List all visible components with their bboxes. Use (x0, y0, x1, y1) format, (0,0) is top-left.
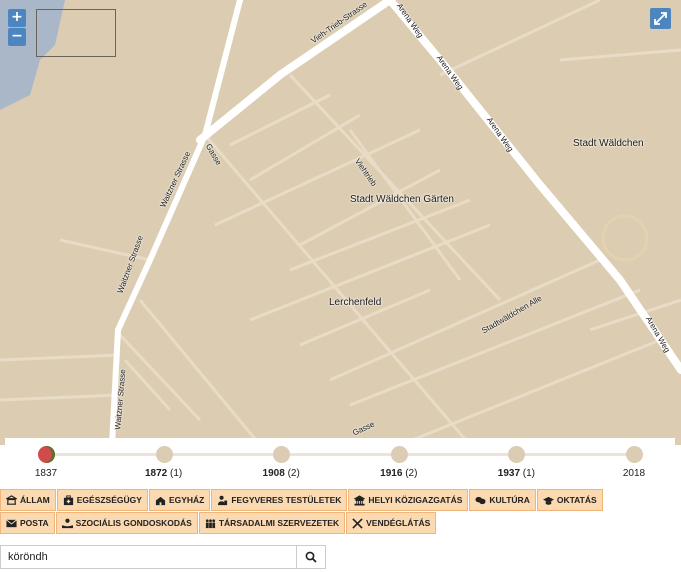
timeline-count: (2) (287, 468, 300, 479)
timeline-year: 1837 (34, 468, 58, 479)
timeline-year: 1872 (144, 468, 168, 479)
church-icon (155, 496, 166, 505)
timeline-label-5: 2018 (623, 468, 645, 479)
major-roads (109, 0, 681, 445)
category-button-masks[interactable]: KULTÚRA (469, 489, 536, 511)
timeline-year: 1937 (497, 468, 521, 479)
category-label: EGÉSZSÉGÜGY (76, 495, 142, 505)
timeline-point-3[interactable] (390, 446, 408, 463)
category-button-care[interactable]: SZOCIÁLIS GONDOSKODÁS (55, 512, 198, 534)
search-icon (305, 551, 317, 563)
timeline-year: 1908 (262, 468, 285, 479)
category-button-envelope[interactable]: POSTA (0, 512, 55, 534)
category-button-utensils[interactable]: VENDÉGLÁTÁS (346, 512, 437, 534)
people-icon (205, 518, 215, 528)
medkit-icon (63, 494, 73, 505)
category-row-2: POSTA SZOCIÁLIS GONDOSKODÁS TÁRSADALMI SZE… (0, 512, 681, 535)
category-label: KULTÚRA (489, 495, 530, 505)
map-view[interactable]: Vieh-Trieb-Strasse Arena Weg Arena Weg A… (0, 0, 681, 445)
building-icon (354, 494, 366, 506)
place-label-stadt-waldchen: Stadt Wäldchen (573, 138, 644, 149)
category-label: FEGYVERES TESTÜLETEK (231, 495, 342, 505)
timeline-label-4: 1937 (1) (498, 468, 535, 479)
category-button-state[interactable]: ÁLLAM (0, 489, 56, 511)
timeline-count: (1) (169, 468, 183, 479)
search-input[interactable] (0, 545, 297, 569)
fullscreen-button[interactable] (650, 8, 671, 29)
timeline: 1837 1872 (1) 1908 (2) 1916 (2) 1937 (1) 2018 (5, 438, 675, 486)
envelope-icon (6, 518, 17, 527)
map-canvas (0, 0, 681, 445)
map-marker-faint (601, 214, 649, 262)
search-button[interactable] (296, 545, 326, 569)
category-bar: ÁLLAM EGÉSZSÉGÜGY EGYHÁZ FEGYVERES TESTÜLET… (0, 489, 681, 535)
timeline-label-2: 1908 (2) (263, 468, 300, 479)
category-button-medkit[interactable]: EGÉSZSÉGÜGY (56, 489, 148, 511)
category-label: HELYI KÖZIGAZGATÁS (368, 495, 463, 505)
expand-icon (654, 12, 667, 25)
timeline-count: (1) (522, 468, 536, 479)
timeline-count: (2) (405, 468, 418, 479)
masks-icon (475, 496, 486, 504)
timeline-point-2[interactable] (273, 446, 291, 463)
category-label: SZOCIÁLIS GONDOSKODÁS (75, 518, 192, 528)
place-label-stadt-waldchen-garten: Stadt Wäldchen Gärten (350, 194, 454, 205)
state-icon (6, 494, 17, 505)
officer-icon (218, 495, 228, 505)
view-extent-rectangle[interactable] (36, 9, 116, 57)
minor-streets (0, 0, 681, 445)
zoom-out-button[interactable]: − (8, 28, 26, 46)
graduation-cap-icon (542, 496, 554, 505)
category-button-people[interactable]: TÁRSADALMI SZERVEZETEK (198, 512, 346, 534)
timeline-label-3: 1916 (2) (380, 468, 417, 479)
category-button-graduation-cap[interactable]: OKTATÁS (536, 489, 603, 511)
timeline-point-5[interactable] (626, 446, 643, 463)
timeline-label-1: 1872 (1) (145, 468, 182, 479)
category-label: OKTATÁS (556, 495, 597, 505)
category-label: VENDÉGLÁTÁS (366, 518, 431, 528)
category-button-church[interactable]: EGYHÁZ (148, 489, 211, 511)
place-label-lerchenfeld: Lerchenfeld (329, 297, 382, 308)
category-button-officer[interactable]: FEGYVERES TESTÜLETEK (211, 489, 348, 511)
timeline-point-4[interactable] (508, 446, 526, 463)
timeline-point-0[interactable] (38, 446, 55, 463)
timeline-year: 2018 (622, 468, 646, 479)
category-row-1: ÁLLAM EGÉSZSÉGÜGY EGYHÁZ FEGYVERES TESTÜLET… (0, 489, 681, 512)
category-label: TÁRSADALMI SZERVEZETEK (218, 518, 340, 528)
utensils-icon (352, 517, 363, 529)
category-label: POSTA (20, 518, 49, 528)
timeline-year: 1916 (380, 468, 403, 479)
timeline-point-1[interactable] (155, 446, 173, 463)
category-label: EGYHÁZ (168, 495, 205, 505)
care-icon (61, 518, 73, 528)
category-label: ÁLLAM (20, 495, 50, 505)
timeline-label-0: 1837 (35, 468, 57, 479)
timeline-track (46, 453, 634, 456)
zoom-in-button[interactable]: + (8, 9, 26, 27)
category-button-building[interactable]: HELYI KÖZIGAZGATÁS (348, 489, 469, 511)
